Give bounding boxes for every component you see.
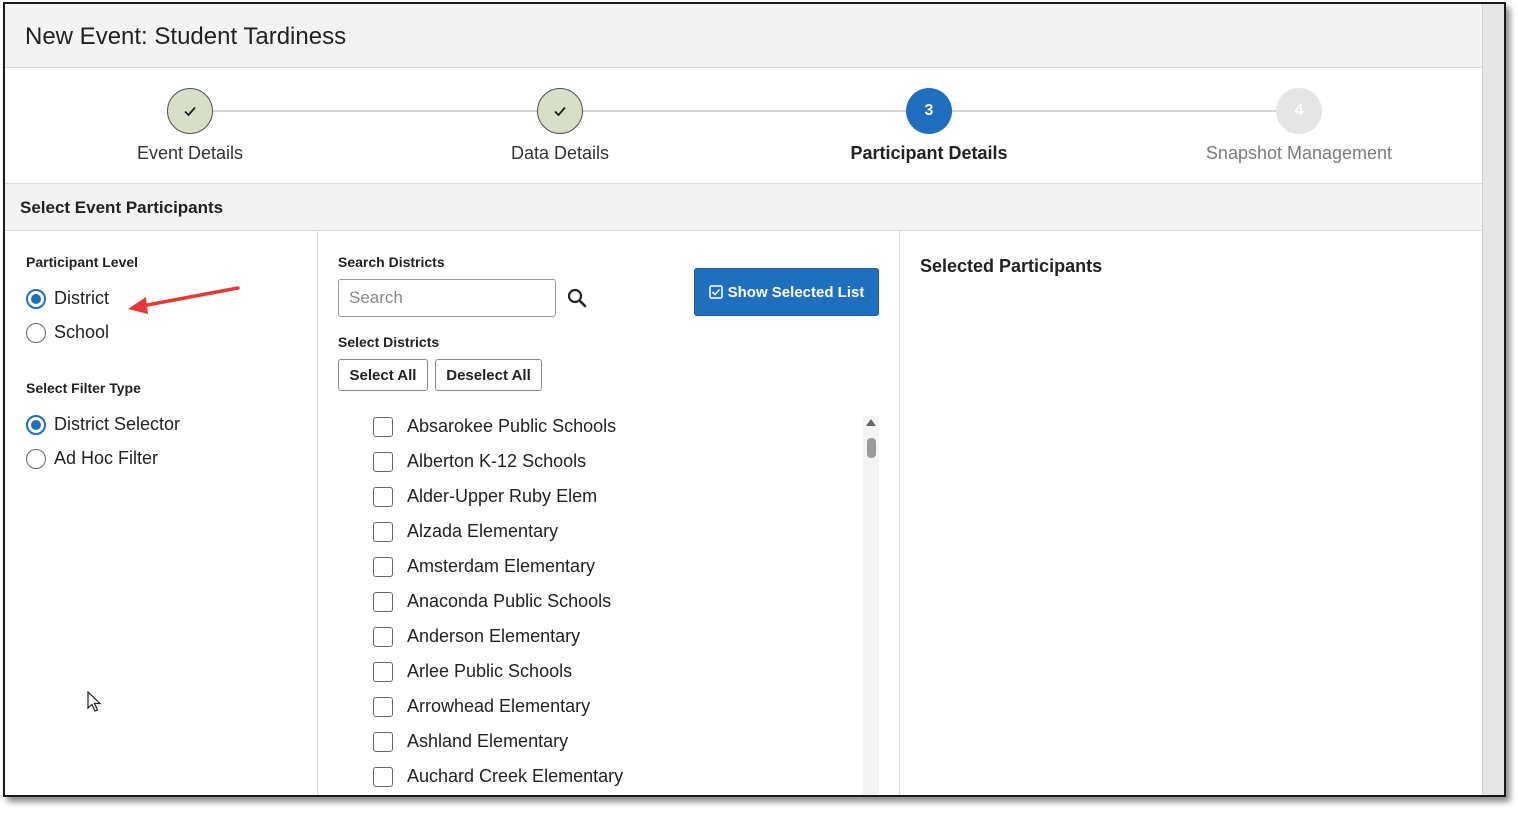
district-name: Arrowhead Elementary	[407, 696, 591, 716]
district-list-item[interactable]: Amsterdam Elementary	[373, 549, 853, 584]
stepper-track	[190, 110, 1300, 112]
section-header: Select Event Participants	[5, 184, 1483, 231]
filter-type-label: Select Filter Type	[26, 380, 141, 396]
step-snapshot-management[interactable]: 4 Snapshot Management	[1149, 88, 1449, 164]
scrollbar-thumb[interactable]	[867, 438, 876, 458]
select-all-button[interactable]: Select All	[338, 359, 428, 391]
radio-district-selector[interactable]: District Selector	[26, 414, 180, 435]
radio-button-checked[interactable]	[26, 288, 46, 309]
district-checkbox[interactable]	[373, 416, 393, 437]
select-districts-label: Select Districts	[338, 334, 440, 350]
show-selected-list-button[interactable]: Show Selected List	[694, 268, 879, 316]
step-event-details[interactable]: Event Details	[40, 88, 340, 164]
district-checkbox[interactable]	[373, 626, 393, 647]
district-name: Anderson Elementary	[407, 626, 581, 646]
step-3-circle: 3	[906, 88, 952, 134]
radio-district-label: District	[54, 288, 109, 308]
district-list: Absarokee Public Schools Alberton K-12 Sc…	[373, 409, 853, 794]
district-list-item[interactable]: Alberton K-12 Schools	[373, 444, 853, 479]
radio-district-selector-label: District Selector	[54, 414, 181, 434]
district-checkbox[interactable]	[373, 696, 393, 717]
checkmark-icon	[184, 106, 196, 117]
step-2-label: Data Details	[510, 143, 610, 163]
radio-button-checked[interactable]	[26, 414, 46, 435]
district-list-item[interactable]: Arlee Public Schools	[373, 654, 853, 689]
selected-participants-title: Selected Participants	[920, 256, 1103, 276]
step-3-label: Participant Details	[850, 143, 1008, 163]
district-name: Alberton K-12 Schools	[407, 451, 587, 471]
district-name: Auchard Creek Elementary	[407, 766, 624, 786]
page-title: New Event: Student Tardiness	[25, 23, 347, 50]
district-checkbox[interactable]	[373, 731, 393, 752]
checkbox-icon	[708, 285, 723, 299]
radio-district[interactable]: District	[26, 288, 109, 309]
district-selector-panel: Search Districts Show Selected List Sele…	[318, 231, 900, 795]
radio-button[interactable]	[26, 448, 46, 469]
step-4-label: Snapshot Management	[1205, 143, 1393, 163]
district-list-item[interactable]: Ashland Elementary	[373, 724, 853, 759]
district-checkbox[interactable]	[373, 766, 393, 787]
district-name: Anaconda Public Schools	[407, 591, 612, 611]
district-checkbox[interactable]	[373, 591, 393, 612]
search-districts-label: Search Districts	[338, 254, 445, 270]
radio-school[interactable]: School	[26, 322, 109, 343]
district-checkbox[interactable]	[373, 661, 393, 682]
step-participant-details[interactable]: 3 Participant Details	[779, 88, 1079, 164]
mouse-cursor-icon	[87, 691, 102, 712]
district-name: Amsterdam Elementary	[407, 556, 596, 576]
district-name: Absarokee Public Schools	[407, 416, 617, 436]
step-1-circle	[167, 88, 213, 134]
district-list-item[interactable]: Anaconda Public Schools	[373, 584, 853, 619]
radio-school-label: School	[54, 322, 110, 342]
page-scrollbar[interactable]	[1482, 4, 1504, 795]
search-icon[interactable]	[566, 287, 588, 309]
district-name: Arlee Public Schools	[407, 661, 573, 681]
district-list-item[interactable]: Auchard Creek Elementary	[373, 759, 853, 794]
radio-ad-hoc-filter[interactable]: Ad Hoc Filter	[26, 448, 158, 469]
district-name: Alder-Upper Ruby Elem	[407, 486, 598, 506]
district-checkbox[interactable]	[373, 451, 393, 472]
district-list-item[interactable]: Anderson Elementary	[373, 619, 853, 654]
district-name: Alzada Elementary	[407, 521, 559, 541]
step-data-details[interactable]: Data Details	[410, 88, 710, 164]
district-name: Ashland Elementary	[407, 731, 569, 751]
checkmark-icon	[554, 106, 566, 117]
district-checkbox[interactable]	[373, 521, 393, 542]
district-checkbox[interactable]	[373, 556, 393, 577]
deselect-all-button[interactable]: Deselect All	[435, 359, 542, 391]
section-title: Select Event Participants	[20, 198, 224, 217]
district-list-item[interactable]: Alzada Elementary	[373, 514, 853, 549]
selected-participants-panel: Selected Participants	[900, 231, 1483, 795]
district-list-scrollbar[interactable]	[863, 416, 879, 795]
title-bar: New Event: Student Tardiness	[5, 4, 1483, 68]
window-frame: New Event: Student Tardiness Event Detai…	[3, 2, 1506, 797]
scroll-up-icon[interactable]	[865, 417, 877, 427]
step-1-label: Event Details	[136, 143, 244, 163]
district-checkbox[interactable]	[373, 486, 393, 507]
annotation-arrow-icon	[128, 286, 240, 314]
radio-ad-hoc-filter-label: Ad Hoc Filter	[54, 448, 159, 468]
radio-button[interactable]	[26, 322, 46, 343]
show-selected-list-label: Show Selected List	[727, 283, 865, 301]
district-list-item[interactable]: Absarokee Public Schools	[373, 409, 853, 444]
step-4-circle: 4	[1276, 88, 1322, 134]
step-2-circle	[537, 88, 583, 134]
district-list-item[interactable]: Alder-Upper Ruby Elem	[373, 479, 853, 514]
search-input[interactable]	[338, 279, 556, 317]
district-list-item[interactable]: Arrowhead Elementary	[373, 689, 853, 724]
participant-level-label: Participant Level	[26, 254, 139, 270]
wizard-stepper: Event Details Data Details 3 Participant…	[5, 68, 1483, 184]
